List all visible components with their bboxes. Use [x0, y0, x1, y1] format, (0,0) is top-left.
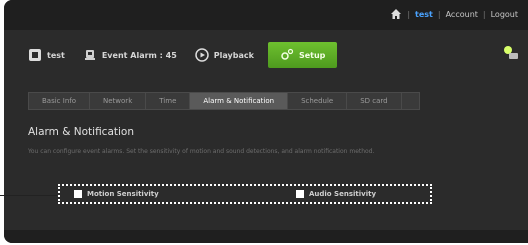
audio-sensitivity-option[interactable]: Audio Sensitivity — [296, 190, 376, 198]
motion-sensitivity-checkbox[interactable] — [74, 190, 82, 198]
nav-camera[interactable]: test — [20, 40, 75, 70]
top-bar: | test | Account | Logout — [4, 0, 528, 30]
gear-icon — [281, 48, 294, 60]
app-window: | test | Account | Logout test Event Ala… — [4, 0, 528, 243]
bottom-bar — [4, 230, 528, 243]
tab-time[interactable]: Time — [146, 93, 191, 109]
separator: | — [482, 9, 486, 19]
tab-alarm-notification[interactable]: Alarm & Notification — [190, 93, 289, 109]
play-icon — [195, 48, 209, 62]
nav-setup-label: Setup — [298, 50, 326, 60]
motion-sensitivity-label: Motion Sensitivity — [87, 190, 159, 198]
tab-network[interactable]: Network — [90, 93, 147, 109]
camera-icon — [29, 49, 41, 61]
tab-schedule[interactable]: Schedule — [288, 93, 348, 109]
nav-camera-label: test — [47, 50, 65, 60]
account-link[interactable]: Account — [446, 10, 478, 19]
page-description: You can configure event alarms. Set the … — [28, 148, 375, 155]
main-nav: test Event Alarm : 45 Playback Setup — [20, 40, 338, 70]
home-icon[interactable] — [390, 8, 402, 20]
audio-sensitivity-checkbox[interactable] — [296, 190, 304, 198]
settings-shortcut-icon[interactable] — [502, 44, 520, 62]
page-title: Alarm & Notification — [28, 126, 135, 138]
nav-setup[interactable]: Setup — [267, 42, 338, 68]
nav-playback[interactable]: Playback — [187, 40, 264, 70]
audio-sensitivity-label: Audio Sensitivity — [309, 190, 377, 198]
separator: | — [437, 9, 441, 19]
nav-playback-label: Playback — [213, 50, 254, 60]
nav-event-alarm[interactable]: Event Alarm : 45 — [75, 40, 187, 70]
alarm-icon — [84, 50, 95, 60]
separator: | — [407, 9, 411, 19]
motion-sensitivity-option[interactable]: Motion Sensitivity — [74, 190, 159, 198]
settings-tabs: Basic Info Network Time Alarm & Notifica… — [28, 92, 420, 110]
tab-basic-info[interactable]: Basic Info — [29, 93, 91, 109]
tab-sd-card[interactable]: SD card — [347, 93, 402, 109]
sensitivity-options: Motion Sensitivity Audio Sensitivity — [58, 184, 432, 204]
logout-link[interactable]: Logout — [491, 10, 518, 19]
nav-event-alarm-label: Event Alarm : 45 — [101, 50, 177, 60]
callout-line — [0, 195, 57, 196]
top-links: | test | Account | Logout — [390, 8, 518, 20]
user-link[interactable]: test — [415, 10, 433, 19]
